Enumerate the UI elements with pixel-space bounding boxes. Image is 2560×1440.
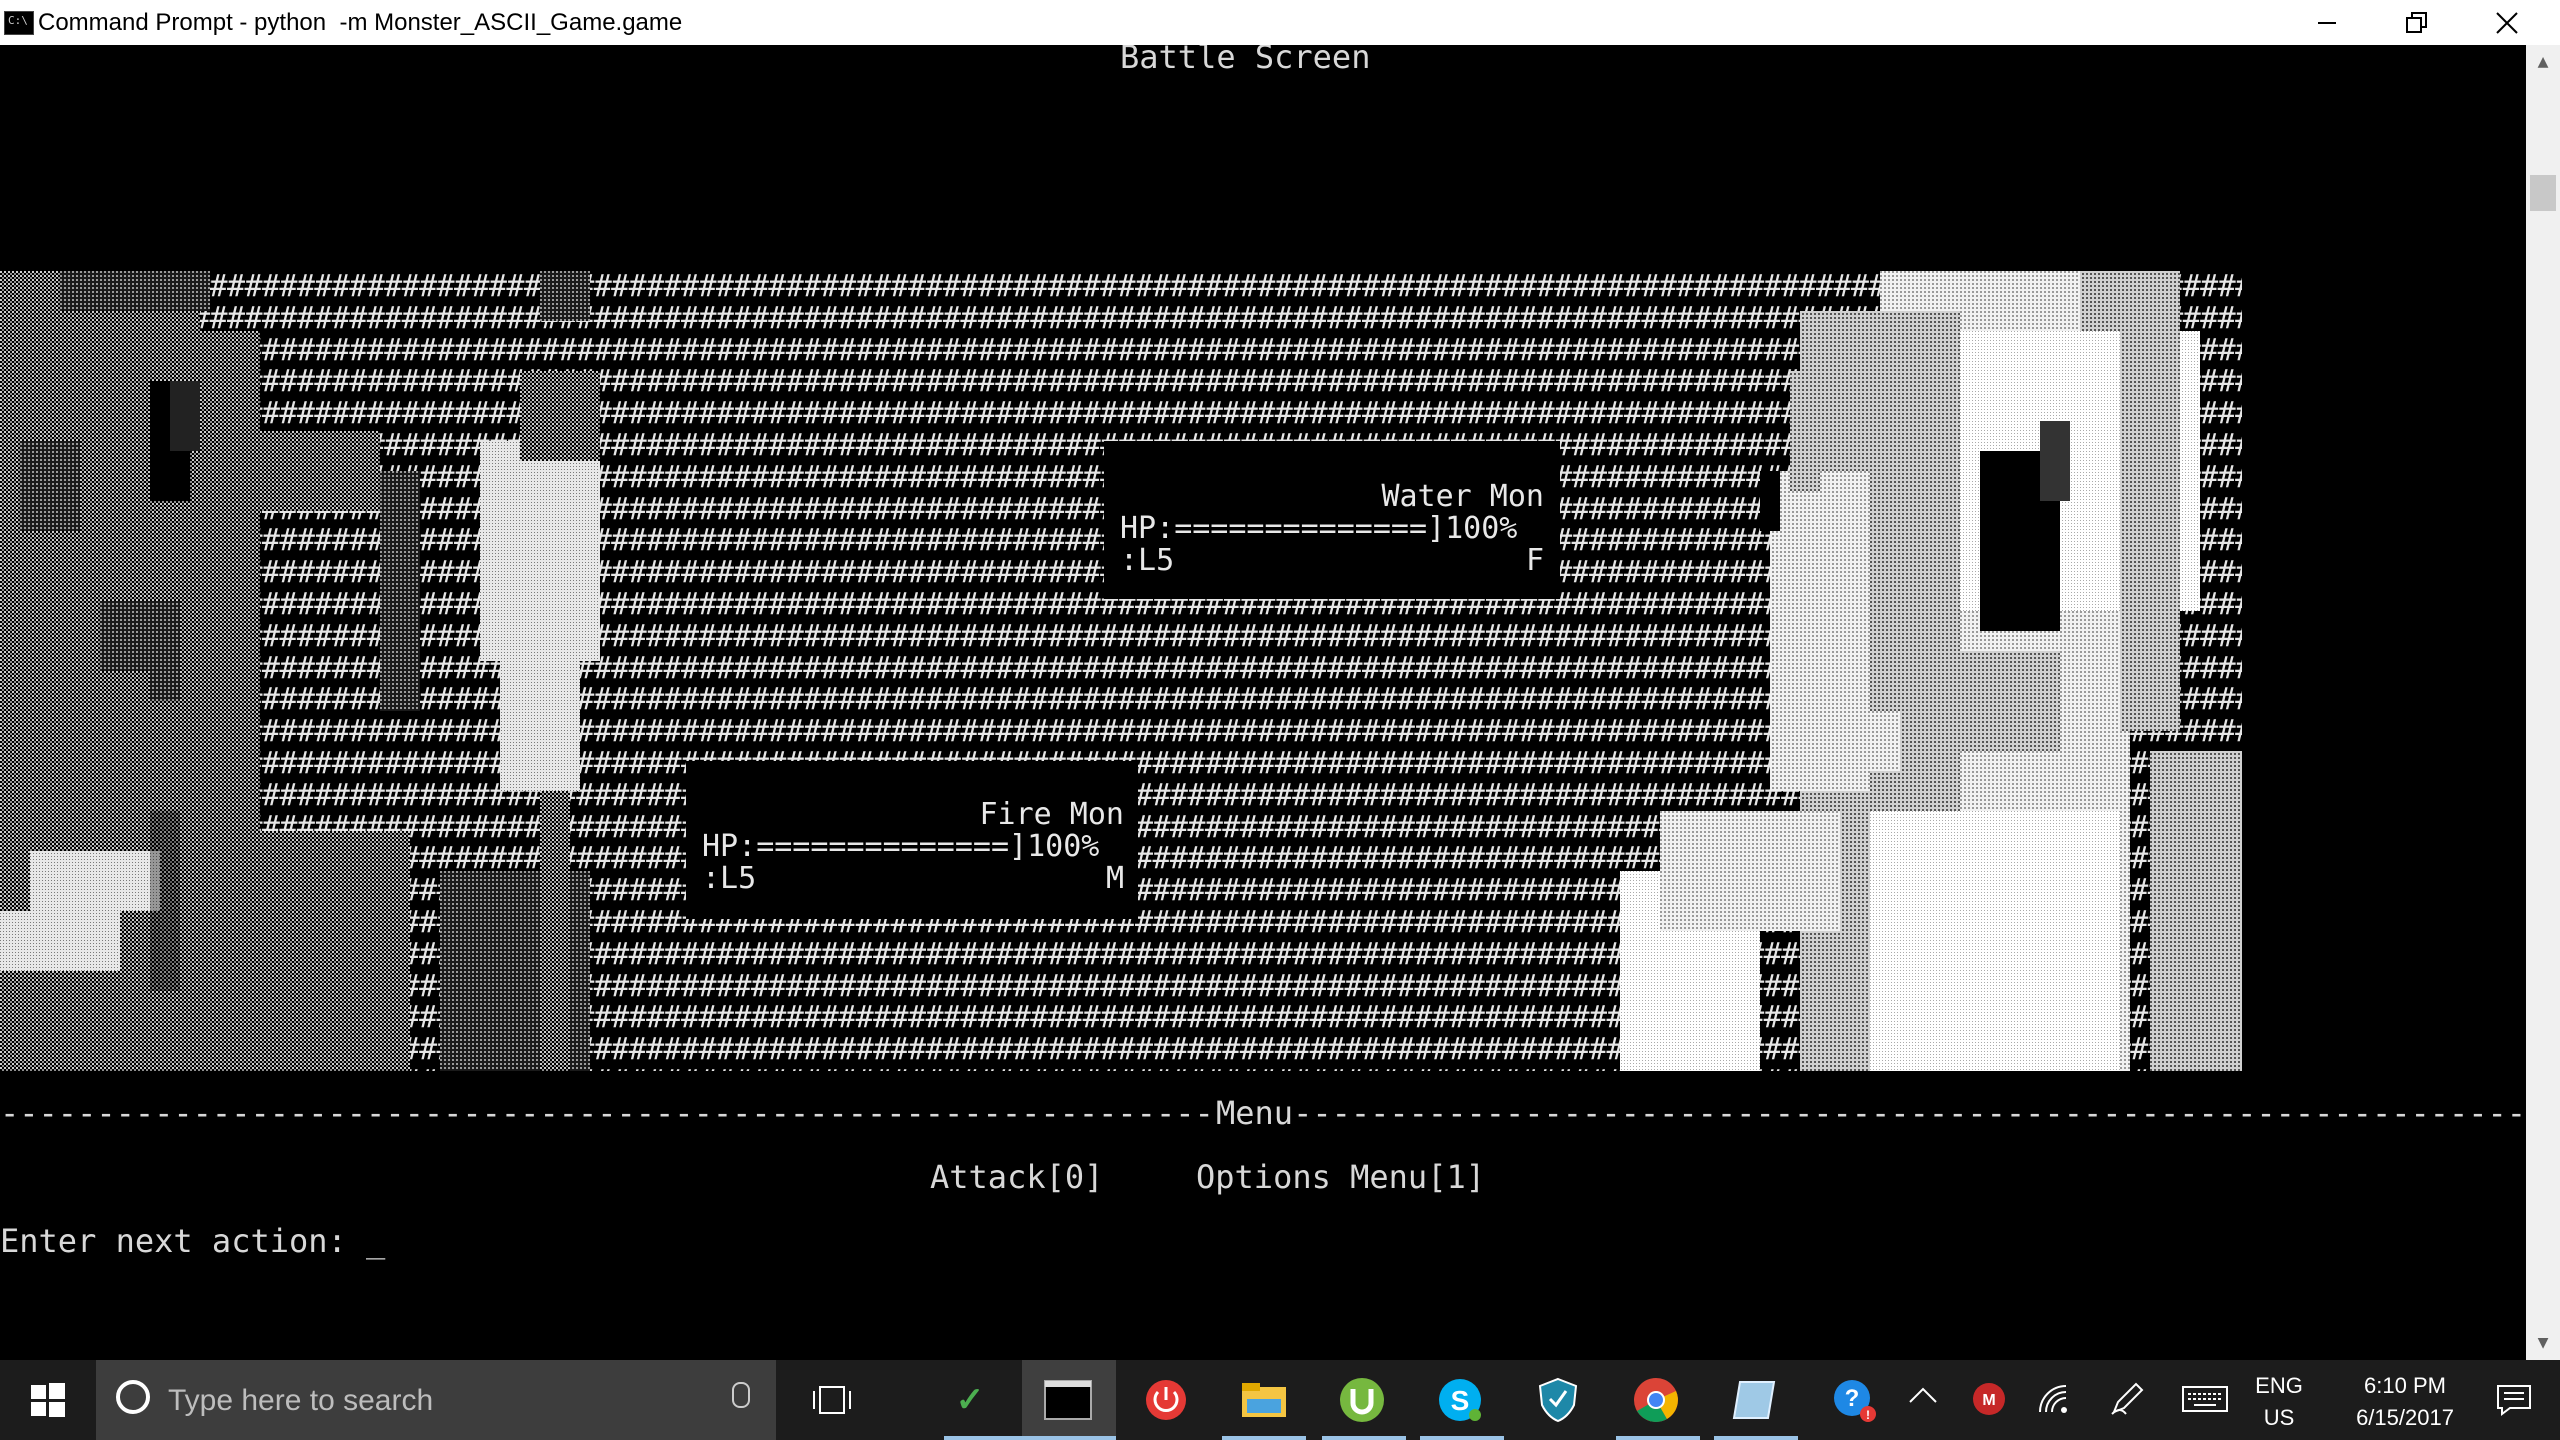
scrollbar-thumb[interactable] <box>2530 175 2556 211</box>
explorer-running-indicator <box>1222 1436 1306 1440</box>
fire-mon-sprite <box>0 271 600 1071</box>
task-view-icon[interactable] <box>806 1374 858 1426</box>
close-icon <box>2496 11 2518 34</box>
pen-icon[interactable] <box>2110 1382 2144 1423</box>
menu-divider-label: Menu <box>1216 1097 1294 1129</box>
water-mon-sprite <box>1620 271 2242 1071</box>
wifi-icon[interactable] <box>2038 1384 2072 1421</box>
player-hp-row: HP:==============]100% <box>702 831 1099 863</box>
enemy-hp-label: HP: <box>1120 511 1175 546</box>
menu-option-options[interactable]: Options Menu[1] <box>1196 1161 1485 1193</box>
clock-date: 6/15/2017 <box>2356 1405 2454 1430</box>
start-button[interactable] <box>0 1360 96 1440</box>
svg-text:S: S <box>1451 1385 1470 1416</box>
utorrent-icon[interactable] <box>1336 1374 1388 1426</box>
keyboard-icon[interactable] <box>2182 1386 2228 1419</box>
command-prompt-running-indicator <box>1022 1436 1116 1440</box>
enemy-info-box: Water Mon HP:==============]100% :L5 F <box>1104 441 1560 599</box>
cortana-icon <box>116 1380 150 1414</box>
svg-text:!: ! <box>1866 1408 1870 1422</box>
minimize-icon <box>2318 21 2336 24</box>
utorrent-running-indicator <box>1322 1436 1406 1440</box>
chrome-running-indicator <box>1616 1436 1700 1440</box>
action-prompt[interactable]: Enter next action: _ <box>0 1225 385 1257</box>
svg-text:?: ? <box>1845 1385 1860 1412</box>
text-cursor: _ <box>366 1222 386 1260</box>
close-button[interactable] <box>2462 0 2552 45</box>
enemy-level: :L5 <box>1120 543 1175 578</box>
language-bottom: US <box>2263 1405 2295 1430</box>
restore-button[interactable] <box>2372 0 2462 45</box>
menu-divider: ----------------------------------------… <box>0 1097 2526 1129</box>
player-info-box: Fire Mon HP:==============]100% :L5 M <box>686 761 1138 919</box>
shield-icon[interactable] <box>1532 1374 1584 1426</box>
player-gender: M <box>1105 861 1124 896</box>
command-prompt-icon[interactable] <box>1042 1374 1094 1426</box>
enemy-gender: F <box>1525 543 1544 578</box>
screen-title: Battle Screen <box>1120 45 1371 76</box>
enemy-hp-bar: ==============] <box>1174 511 1446 546</box>
taskbar: Type here to search ✓ S ?! M ENG US 6:10… <box>0 1360 2560 1440</box>
scroll-up-icon[interactable]: ▲ <box>2526 45 2560 79</box>
file-explorer-icon[interactable] <box>1238 1374 1290 1426</box>
enemy-hp-row: HP:==============]100% <box>1120 513 1517 545</box>
help-icon[interactable]: ?! <box>1832 1378 1878 1431</box>
enemy-name: Water Mon <box>1381 479 1544 514</box>
player-hp-label: HP: <box>702 829 757 864</box>
skype-running-indicator <box>1420 1436 1504 1440</box>
menu-divider-right: ----------------------------------------… <box>1293 1097 2526 1129</box>
player-hp-bar: ==============] <box>756 829 1028 864</box>
command-prompt-window-icon[interactable]: C:\ <box>4 11 34 35</box>
language-top: ENG <box>2255 1373 2303 1398</box>
app-running-indicator <box>1714 1436 1798 1440</box>
svg-text:M: M <box>1982 1392 1995 1409</box>
battle-scene-art: ########################################… <box>0 271 2242 1071</box>
chrome-icon[interactable] <box>1630 1374 1682 1426</box>
app-icon[interactable] <box>1728 1374 1780 1426</box>
menu-divider-left: ----------------------------------------… <box>0 1097 1216 1129</box>
skype-icon[interactable]: S <box>1434 1374 1486 1426</box>
search-box[interactable]: Type here to search <box>96 1360 776 1440</box>
window-title: Command Prompt - python -m Monster_ASCII… <box>38 9 683 36</box>
restore-icon <box>2406 11 2427 33</box>
title-bar: C:\ Command Prompt - python -m Monster_A… <box>0 0 2560 45</box>
menu-option-attack[interactable]: Attack[0] <box>930 1161 1103 1193</box>
show-hidden-icons-icon[interactable] <box>1908 1384 1938 1415</box>
player-hp-percent: 100% <box>1027 829 1100 864</box>
power-icon[interactable] <box>1140 1374 1192 1426</box>
system-tray: ?! M ENG US 6:10 PM 6/15/2017 <box>1820 1360 2560 1440</box>
player-name: Fire Mon <box>979 797 1125 832</box>
mcafee-icon[interactable]: M <box>1972 1382 2006 1423</box>
scroll-down-icon[interactable]: ▼ <box>2526 1326 2560 1360</box>
windows-icon <box>31 1383 65 1417</box>
input-language[interactable]: ENG US <box>2244 1370 2314 1434</box>
vim-icon[interactable]: ✓ <box>944 1374 996 1426</box>
microphone-icon[interactable] <box>732 1382 750 1408</box>
minimize-button[interactable] <box>2282 0 2372 45</box>
notifications-icon[interactable] <box>2496 1384 2532 1423</box>
action-prompt-label: Enter next action: <box>0 1222 367 1260</box>
vertical-scrollbar[interactable]: ▲ ▼ <box>2526 45 2560 1360</box>
clock-time: 6:10 PM <box>2364 1373 2446 1398</box>
clock[interactable]: 6:10 PM 6/15/2017 <box>2330 1370 2480 1434</box>
search-placeholder: Type here to search <box>168 1384 434 1417</box>
console-area[interactable]: Battle Screen ##########################… <box>0 45 2526 1360</box>
enemy-hp-percent: 100% <box>1445 511 1518 546</box>
player-level: :L5 <box>702 861 757 896</box>
